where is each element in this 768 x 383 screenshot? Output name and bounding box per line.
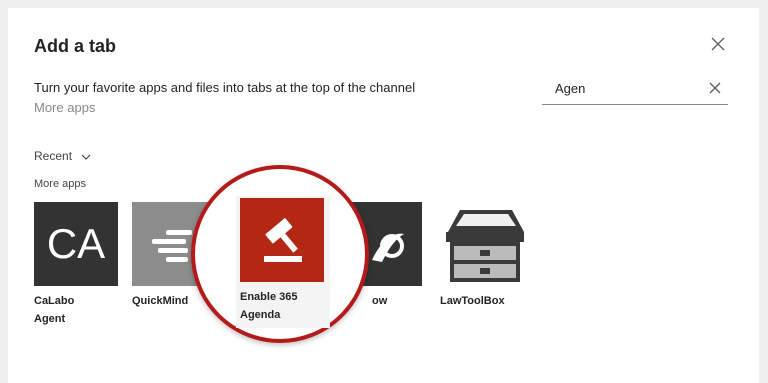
app-icon-text: CA: [46, 220, 106, 267]
dialog-subtitle: Turn your favorite apps and files into t…: [34, 80, 416, 95]
close-icon[interactable]: [708, 34, 728, 54]
chevron-down-icon: [81, 150, 91, 164]
toolbox-icon: [440, 202, 524, 286]
recent-label: Recent: [34, 149, 73, 163]
app-name: Enable 365 Agenda: [240, 291, 298, 321]
dialog-title: Add a tab: [34, 36, 117, 56]
app-tile-lawtoolbox[interactable]: LawToolBox: [440, 202, 526, 310]
search-box[interactable]: [542, 74, 728, 105]
recent-dropdown[interactable]: Recent: [34, 149, 91, 164]
ca-text-icon: CA: [34, 202, 118, 286]
app-name: LawToolBox: [440, 295, 505, 307]
section-label: More apps: [34, 178, 86, 190]
more-apps-link[interactable]: More apps: [34, 100, 95, 115]
app-tile-calabo-agent[interactable]: CA CaLabo Agent: [34, 202, 120, 328]
clear-search-icon[interactable]: [708, 81, 722, 95]
app-tile-enable-365-agenda[interactable]: Enable 365 Agenda: [240, 198, 326, 324]
add-tab-dialog: Add a tab Turn your favorite apps and fi…: [8, 8, 759, 383]
gavel-icon: [240, 198, 324, 282]
search-input[interactable]: [555, 78, 685, 98]
app-name: CaLabo Agent: [34, 295, 75, 325]
